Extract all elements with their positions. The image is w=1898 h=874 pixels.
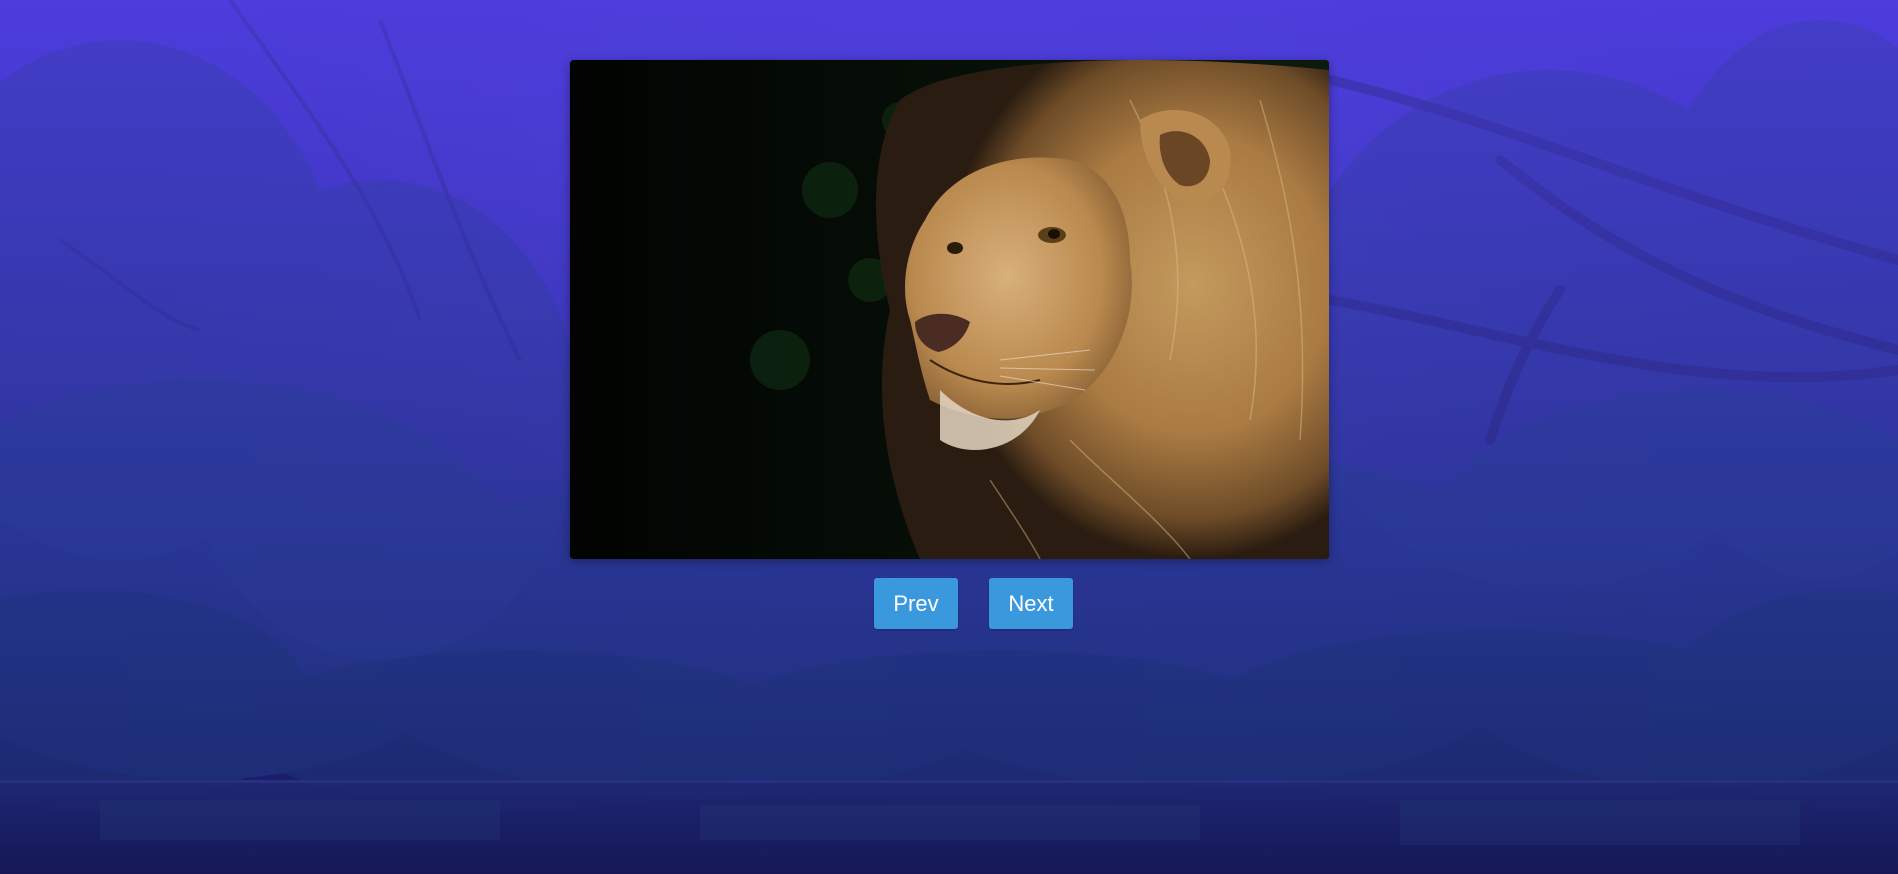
slider-controls: Prev Next bbox=[0, 578, 1898, 629]
prev-button[interactable]: Prev bbox=[874, 578, 958, 629]
next-button[interactable]: Next bbox=[989, 578, 1073, 629]
page: Prev Next bbox=[0, 0, 1898, 874]
image-slider bbox=[570, 60, 1329, 559]
lion-image bbox=[570, 60, 1329, 559]
